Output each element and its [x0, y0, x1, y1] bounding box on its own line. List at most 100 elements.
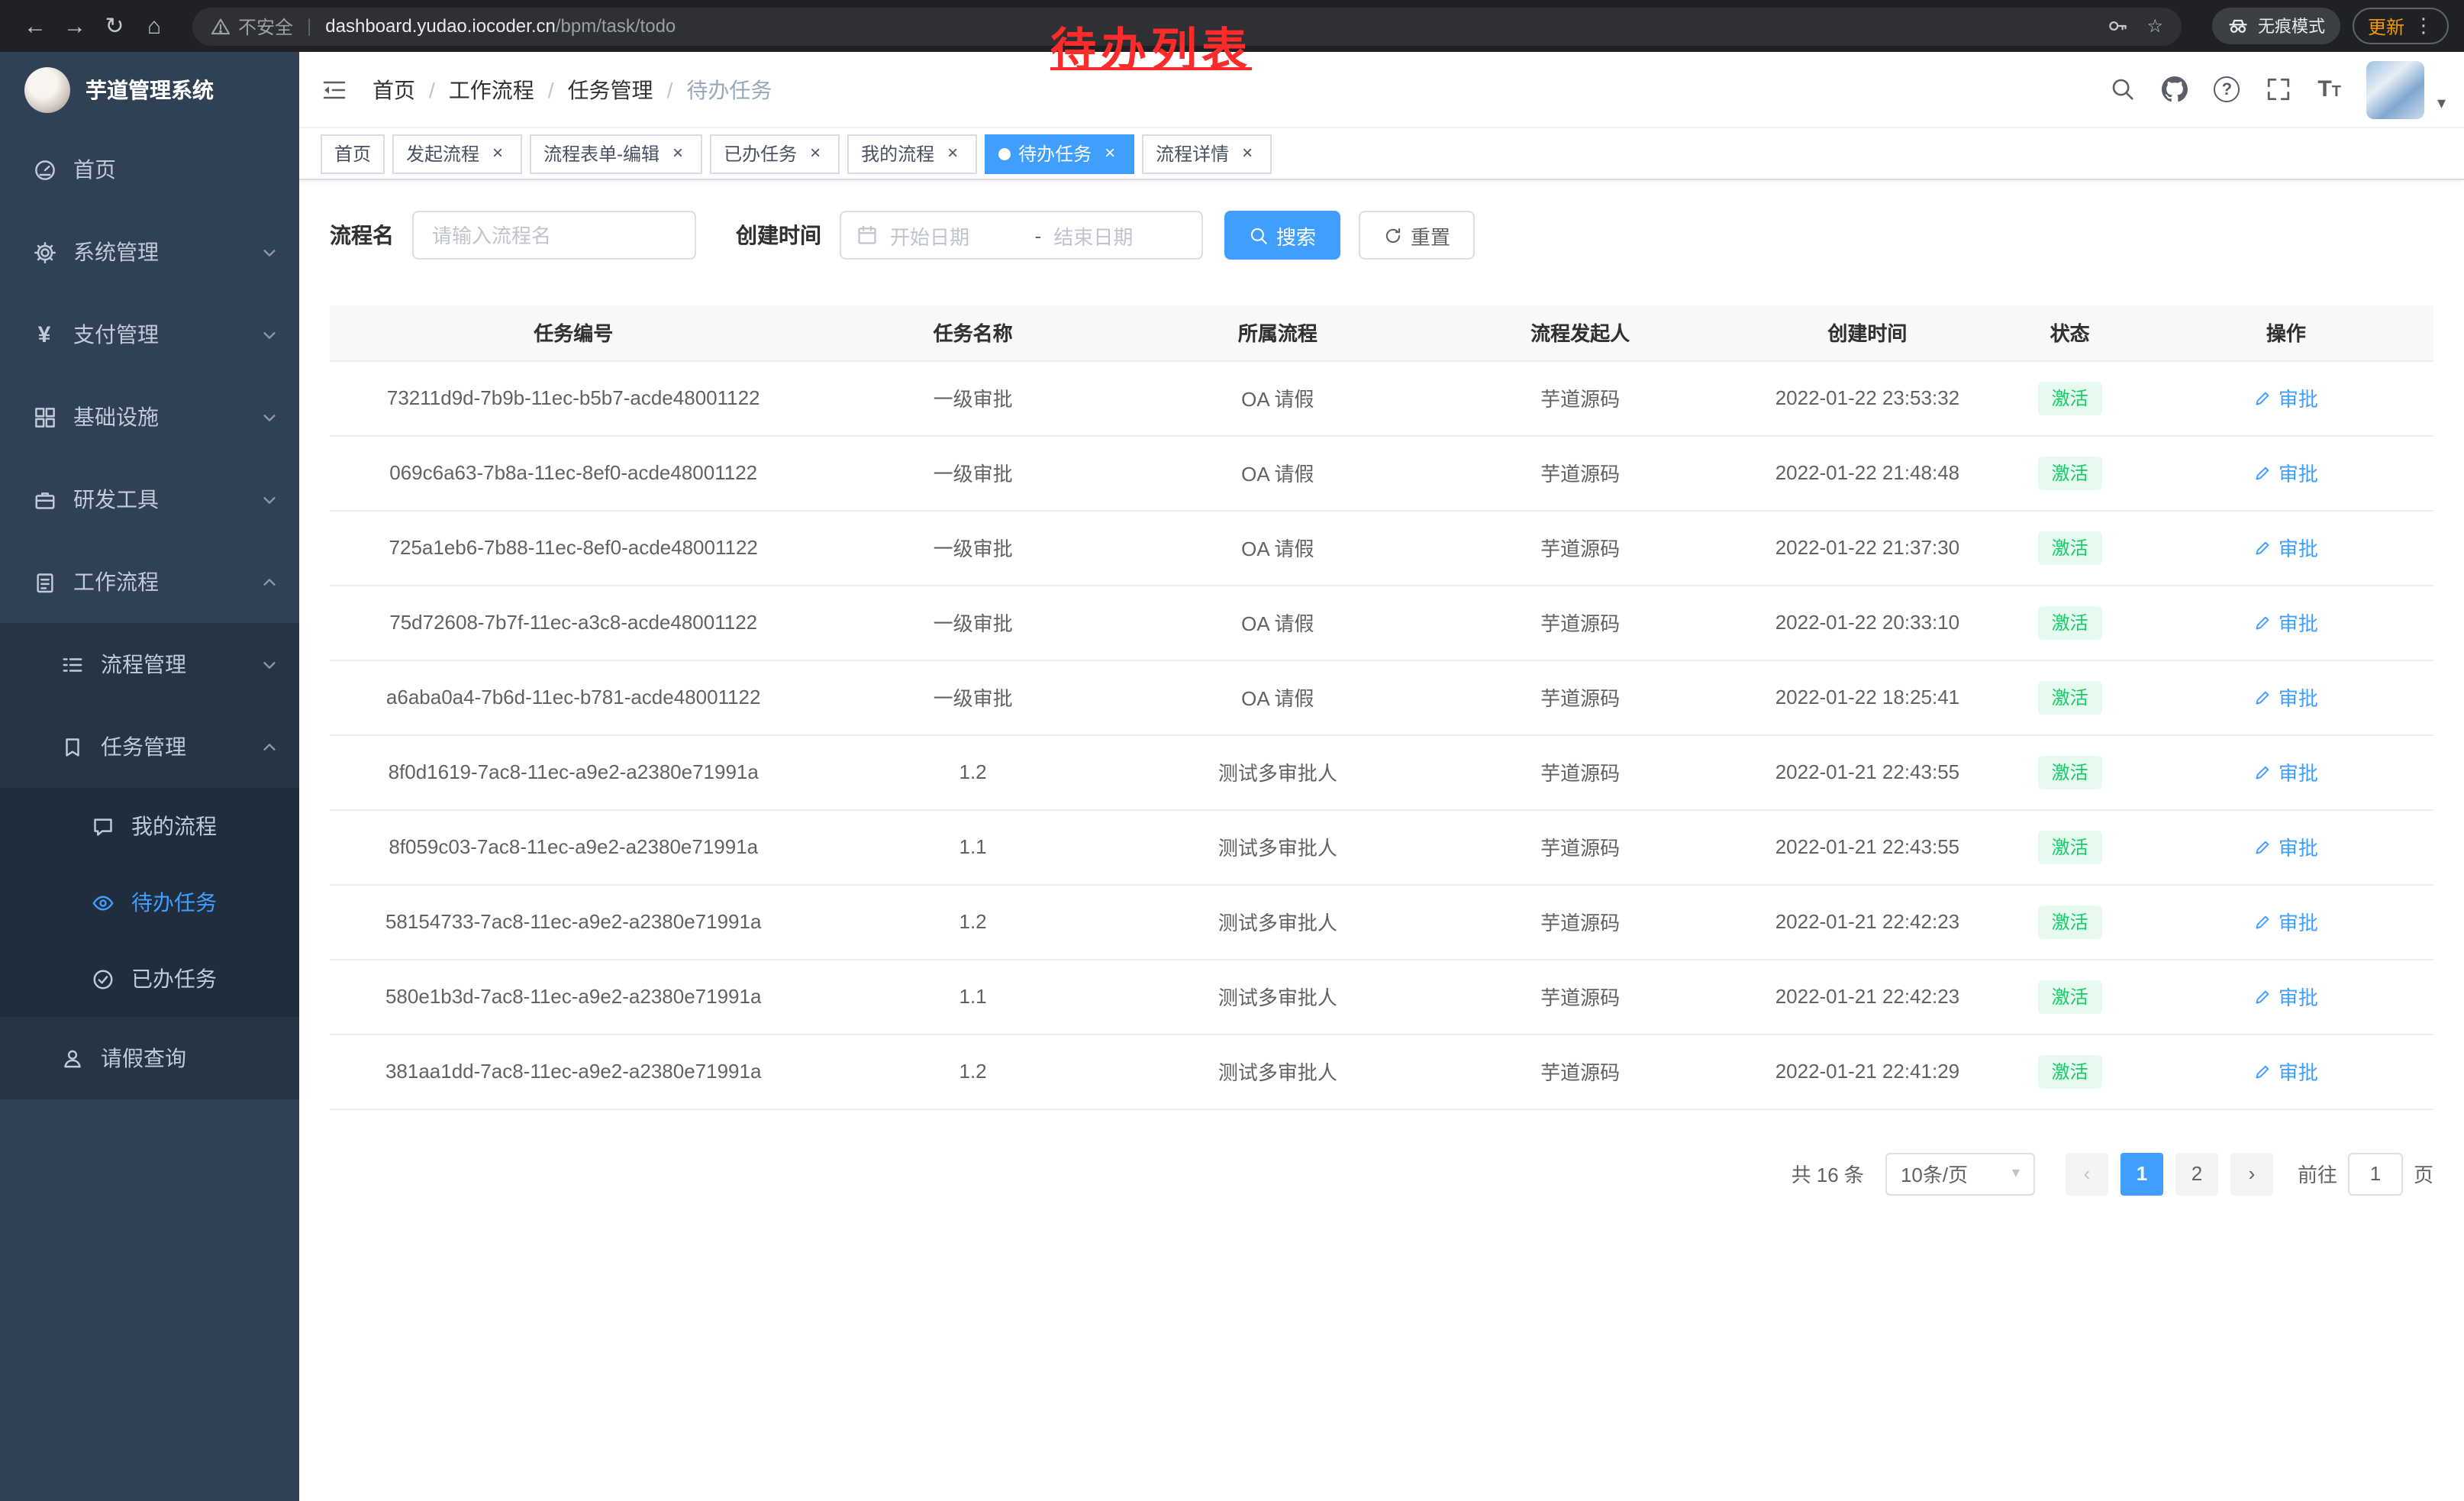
cell-created: 2022-01-21 22:43:55: [1734, 734, 2001, 809]
tab-todo-tasks[interactable]: 待办任务 ×: [985, 134, 1134, 173]
approve-link[interactable]: 审批: [2254, 907, 2318, 936]
app-logo[interactable]: 芋道管理系统: [0, 52, 299, 128]
tab-home[interactable]: 首页: [321, 134, 385, 173]
sidebar-item-home[interactable]: 首页: [0, 128, 299, 211]
cell-action: 审批: [2139, 510, 2433, 585]
approve-link[interactable]: 审批: [2254, 608, 2318, 637]
cell-task-name: 一级审批: [817, 585, 1128, 660]
cell-task-name: 1.1: [817, 959, 1128, 1034]
select-caret-icon: ▾: [2012, 1165, 2020, 1182]
github-icon[interactable]: [2162, 76, 2188, 102]
approve-link-label: 审批: [2279, 1057, 2318, 1086]
process-name-label: 流程名: [330, 220, 394, 250]
approve-link[interactable]: 审批: [2254, 1057, 2318, 1086]
sidebar-item-dev-tools[interactable]: 研发工具: [0, 458, 299, 541]
page-button-2[interactable]: 2: [2175, 1152, 2218, 1195]
status-badge: 激活: [2038, 1054, 2102, 1088]
browser-toolbar: ← → ↻ ⌂ 不安全 | dashboard.yudao.iocoder.cn…: [0, 0, 2464, 52]
search-icon[interactable]: [2110, 76, 2136, 102]
sidebar-item-done-tasks[interactable]: 已办任务: [0, 941, 299, 1017]
user-menu-caret-icon[interactable]: ▾: [2437, 92, 2446, 112]
browser-update-chip[interactable]: 更新 ⋮: [2353, 8, 2449, 44]
cell-initiator: 芋道源码: [1427, 660, 1734, 734]
page-size-select[interactable]: 10条/页 ▾: [1885, 1152, 2035, 1195]
tab-process-detail[interactable]: 流程详情 ×: [1142, 134, 1272, 173]
col-task-name: 任务名称: [817, 305, 1128, 360]
bookmark-star-icon[interactable]: ☆: [2146, 15, 2163, 37]
sidebar-item-task-management[interactable]: 任务管理: [0, 705, 299, 788]
approve-link[interactable]: 审批: [2254, 533, 2318, 562]
fullscreen-icon[interactable]: [2266, 76, 2291, 102]
tab-start-process[interactable]: 发起流程 ×: [392, 134, 522, 173]
approve-link-label: 审批: [2279, 458, 2318, 487]
sidebar-item-my-process[interactable]: 我的流程: [0, 788, 299, 864]
approve-link[interactable]: 审批: [2254, 383, 2318, 412]
browser-home-icon[interactable]: ⌂: [134, 6, 174, 46]
cell-task-id: 8f059c03-7ac8-11ec-a9e2-a2380e71991a: [330, 809, 817, 884]
approve-link[interactable]: 审批: [2254, 458, 2318, 487]
close-icon[interactable]: ×: [487, 143, 508, 164]
close-icon[interactable]: ×: [1099, 143, 1121, 164]
page-button-1[interactable]: 1: [2121, 1152, 2163, 1195]
browser-forward-icon[interactable]: →: [55, 6, 95, 46]
close-icon[interactable]: ×: [1237, 143, 1258, 164]
browser-back-icon[interactable]: ←: [15, 6, 55, 46]
password-key-icon[interactable]: [2107, 15, 2128, 37]
browser-menu-icon[interactable]: ⋮: [2414, 14, 2433, 38]
task-icon: [58, 735, 85, 758]
approve-link-label: 审批: [2279, 907, 2318, 936]
next-page-button[interactable]: ›: [2230, 1152, 2273, 1195]
table-row: 58154733-7ac8-11ec-a9e2-a2380e71991a 1.2…: [330, 884, 2433, 959]
sidebar-item-label: 已办任务: [131, 964, 217, 994]
sidebar-item-leave-query[interactable]: 请假查询: [0, 1017, 299, 1099]
help-icon[interactable]: ?: [2214, 76, 2240, 102]
sidebar-item-label: 基础设施: [73, 402, 159, 432]
cell-task-id: 381aa1dd-7ac8-11ec-a9e2-a2380e71991a: [330, 1034, 817, 1109]
avatar[interactable]: [2367, 60, 2425, 118]
sidebar-item-process-management[interactable]: 流程管理: [0, 623, 299, 705]
cell-action: 审批: [2139, 585, 2433, 660]
close-icon[interactable]: ×: [805, 143, 826, 164]
reset-button[interactable]: 重置: [1359, 211, 1475, 260]
breadcrumb-workflow[interactable]: 工作流程: [449, 74, 534, 105]
approve-link[interactable]: 审批: [2254, 683, 2318, 712]
cell-created: 2022-01-22 21:37:30: [1734, 510, 2001, 585]
approve-link-label: 审批: [2279, 383, 2318, 412]
close-icon[interactable]: ×: [667, 143, 689, 164]
sidebar-item-system[interactable]: 系统管理: [0, 211, 299, 293]
approve-link[interactable]: 审批: [2254, 832, 2318, 861]
tab-my-process[interactable]: 我的流程 ×: [847, 134, 977, 173]
approve-link[interactable]: 审批: [2254, 757, 2318, 786]
date-range-picker[interactable]: 开始日期 - 结束日期: [840, 211, 1203, 260]
close-icon[interactable]: ×: [942, 143, 963, 164]
sidebar-item-todo-tasks[interactable]: 待办任务: [0, 864, 299, 941]
cell-initiator: 芋道源码: [1427, 884, 1734, 959]
logo-avatar: [24, 67, 70, 113]
breadcrumb-home[interactable]: 首页: [373, 74, 415, 105]
sidebar-item-workflow[interactable]: 工作流程: [0, 541, 299, 623]
main-content: 流程名 创建时间 开始日期 - 结束日期 搜索 重置: [299, 180, 2464, 1501]
font-size-icon[interactable]: TT: [2317, 76, 2341, 102]
sidebar-item-label: 支付管理: [73, 319, 159, 350]
search-button[interactable]: 搜索: [1224, 211, 1340, 260]
process-name-input[interactable]: [412, 211, 696, 260]
tab-done-tasks[interactable]: 已办任务 ×: [710, 134, 840, 173]
prev-page-button[interactable]: ‹: [2066, 1152, 2108, 1195]
browser-reload-icon[interactable]: ↻: [95, 6, 134, 46]
sidebar-fold-icon[interactable]: [321, 76, 348, 103]
security-label: 不安全: [238, 13, 293, 39]
update-label[interactable]: 更新: [2368, 13, 2404, 39]
goto-page-input[interactable]: [2348, 1152, 2403, 1195]
sidebar-item-payment[interactable]: ¥ 支付管理: [0, 293, 299, 376]
address-bar[interactable]: 不安全 | dashboard.yudao.iocoder.cn /bpm/ta…: [192, 7, 2182, 45]
table-row: 8f059c03-7ac8-11ec-a9e2-a2380e71991a 1.1…: [330, 809, 2433, 884]
tab-process-form-edit[interactable]: 流程表单-编辑 ×: [530, 134, 702, 173]
sidebar-item-label: 研发工具: [73, 484, 159, 515]
approve-link[interactable]: 审批: [2254, 982, 2318, 1011]
sidebar-item-infrastructure[interactable]: 基础设施: [0, 376, 299, 458]
breadcrumb-task-management[interactable]: 任务管理: [568, 74, 653, 105]
status-badge: 激活: [2038, 456, 2102, 489]
sidebar-item-label: 首页: [73, 154, 116, 185]
approve-link-label: 审批: [2279, 757, 2318, 786]
status-badge: 激活: [2038, 531, 2102, 564]
